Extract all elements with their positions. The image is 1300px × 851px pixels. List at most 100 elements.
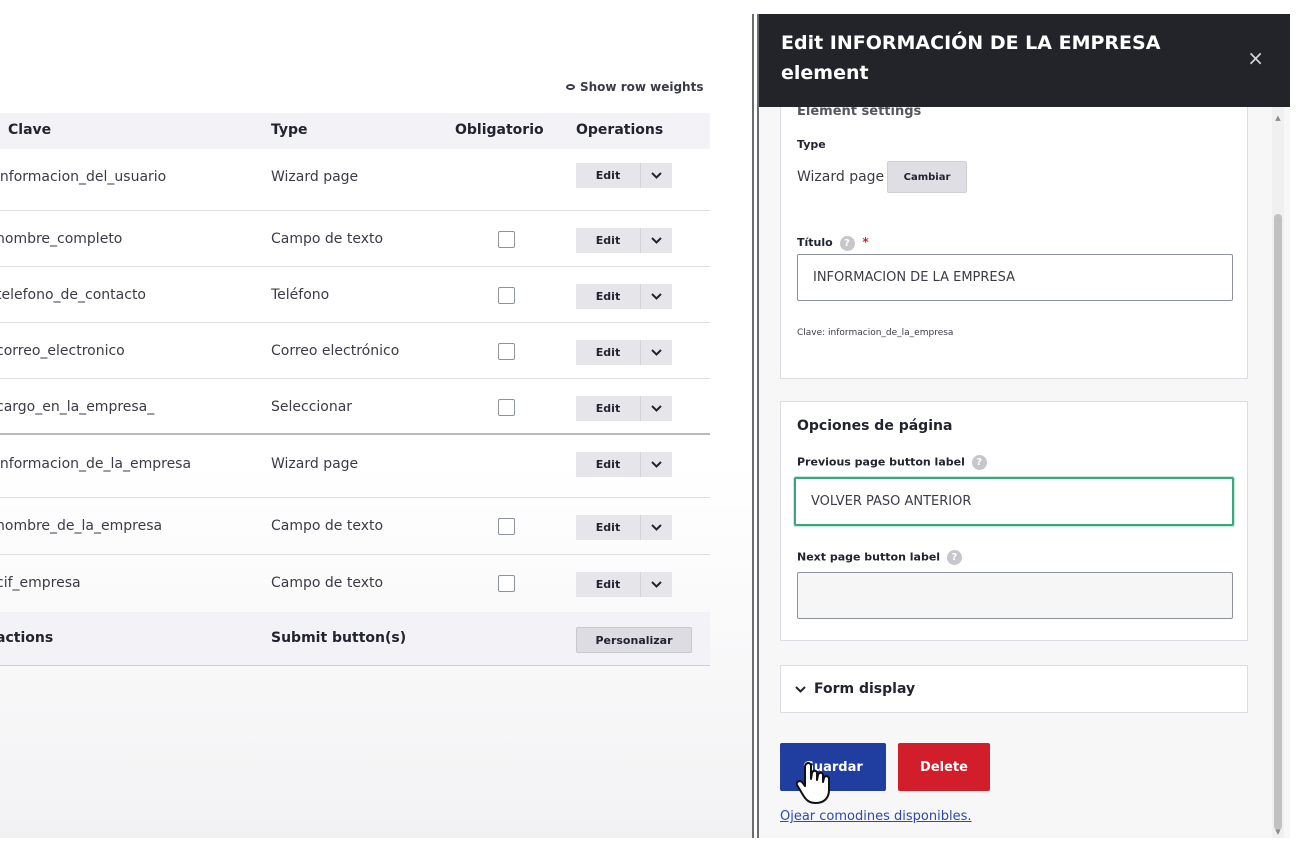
chevron-down-icon bbox=[795, 685, 806, 693]
row-key: telefono_de_contacto bbox=[0, 287, 146, 303]
machine-name-note: Clave: informacion_de_la_empresa bbox=[797, 328, 954, 338]
row-key: correo_electronico bbox=[0, 343, 125, 359]
edit-button[interactable]: Edit bbox=[576, 515, 640, 540]
row-key: nombre_de_la_empresa bbox=[0, 518, 163, 534]
row-key: nombre_completo bbox=[0, 231, 123, 247]
chevron-down-icon[interactable] bbox=[640, 396, 672, 421]
edit-button[interactable]: Edit bbox=[576, 340, 640, 365]
change-type-button[interactable]: Cambiar bbox=[887, 161, 967, 193]
row-type: Campo de texto bbox=[271, 518, 384, 534]
edit-element-dialog: Edit INFORMACIÓN DE LA EMPRESA element ×… bbox=[759, 14, 1290, 838]
title-label: Título bbox=[797, 236, 833, 249]
help-icon[interactable]: ? bbox=[946, 550, 962, 565]
table-footer-row: actions Submit button(s) Personalizar bbox=[0, 612, 710, 666]
prev-button-input[interactable] bbox=[794, 477, 1234, 526]
personalizar-button[interactable]: Personalizar bbox=[576, 627, 692, 653]
table-row: informacion_del_usuario Wizard page Edit bbox=[0, 149, 710, 211]
row-key: cif_empresa bbox=[0, 575, 81, 591]
next-button-label: Next page button label bbox=[797, 550, 941, 564]
eye-icon bbox=[566, 84, 575, 90]
row-key: informacion_de_la_empresa bbox=[0, 456, 192, 472]
show-row-weights-label: Show row weights bbox=[580, 80, 704, 94]
row-type: Wizard page bbox=[271, 456, 359, 472]
operations-split-button: Edit bbox=[576, 163, 672, 188]
form-display-details[interactable]: Form display bbox=[780, 665, 1248, 713]
table-row: cif_empresa Campo de texto Edit bbox=[0, 555, 710, 612]
header-obligatorio: Obligatorio bbox=[455, 122, 544, 138]
edit-button[interactable]: Edit bbox=[576, 396, 640, 421]
required-checkbox[interactable] bbox=[498, 231, 515, 248]
dialog-body: Element settings Type Wizard page Cambia… bbox=[759, 97, 1290, 838]
operations-split-button: Edit bbox=[576, 572, 672, 597]
chevron-down-icon[interactable] bbox=[640, 340, 672, 365]
form-display-label: Form display bbox=[814, 681, 916, 697]
edit-button[interactable]: Edit bbox=[576, 572, 640, 597]
chevron-down-icon[interactable] bbox=[640, 228, 672, 253]
footer-key: actions bbox=[0, 630, 54, 646]
required-checkbox[interactable] bbox=[498, 287, 515, 304]
type-value: Wizard page bbox=[797, 169, 885, 185]
help-icon[interactable]: ? bbox=[971, 455, 987, 470]
chevron-down-icon[interactable] bbox=[640, 284, 672, 309]
edit-button[interactable]: Edit bbox=[576, 284, 640, 309]
row-type: Wizard page bbox=[271, 169, 359, 185]
table-row: nombre_de_la_empresa Campo de texto Edit bbox=[0, 498, 710, 555]
elements-table-panel: Show row weights Clave Type Obligatorio … bbox=[0, 0, 752, 838]
page-options-fieldset: Opciones de página Previous page button … bbox=[780, 401, 1248, 641]
operations-split-button: Edit bbox=[576, 284, 672, 309]
title-label-row: Título ? * bbox=[797, 235, 869, 251]
type-label: Type bbox=[797, 138, 826, 151]
page-options-heading: Opciones de página bbox=[797, 418, 953, 434]
row-key: informacion_del_usuario bbox=[0, 169, 167, 185]
help-icon[interactable]: ? bbox=[839, 235, 855, 251]
header-clave: Clave bbox=[8, 122, 52, 138]
row-type: Correo electrónico bbox=[271, 343, 400, 359]
hand-cursor-icon bbox=[796, 762, 830, 804]
row-key: cargo_en_la_empresa_ bbox=[0, 399, 155, 415]
table-row: cargo_en_la_empresa_ Seleccionar Edit bbox=[0, 379, 710, 435]
prev-label-row: Previous page button label ? bbox=[797, 455, 987, 470]
element-settings-fieldset: Element settings Type Wizard page Cambia… bbox=[780, 97, 1248, 379]
table-row: informacion_de_la_empresa Wizard page Ed… bbox=[0, 435, 710, 498]
operations-split-button: Edit bbox=[576, 228, 672, 253]
footer-type: Submit button(s) bbox=[271, 630, 407, 646]
required-checkbox[interactable] bbox=[498, 518, 515, 535]
next-label-row: Next page button label ? bbox=[797, 550, 962, 565]
edit-button[interactable]: Edit bbox=[576, 228, 640, 253]
required-checkbox[interactable] bbox=[498, 575, 515, 592]
operations-split-button: Edit bbox=[576, 340, 672, 365]
show-row-weights-link[interactable]: Show row weights bbox=[566, 80, 703, 94]
prev-button-label: Previous page button label bbox=[797, 455, 965, 469]
dialog-title: Edit INFORMACIÓN DE LA EMPRESA element bbox=[781, 32, 1161, 84]
dialog-header: Edit INFORMACIÓN DE LA EMPRESA element × bbox=[759, 14, 1290, 107]
required-checkbox[interactable] bbox=[498, 399, 515, 416]
scrollbar-thumb[interactable] bbox=[1274, 214, 1282, 830]
edit-button[interactable]: Edit bbox=[576, 163, 640, 188]
chevron-down-icon[interactable] bbox=[640, 572, 672, 597]
next-button-input[interactable] bbox=[797, 572, 1233, 619]
table-row: telefono_de_contacto Teléfono Edit bbox=[0, 267, 710, 323]
header-operations: Operations bbox=[576, 122, 664, 138]
close-icon[interactable]: × bbox=[1247, 48, 1264, 68]
table-header: Clave Type Obligatorio Operations bbox=[0, 113, 710, 149]
scroll-down-icon[interactable]: ▼ bbox=[1274, 828, 1282, 836]
panel-divider[interactable] bbox=[752, 14, 759, 838]
operations-split-button: Edit bbox=[576, 452, 672, 477]
row-type: Campo de texto bbox=[271, 231, 384, 247]
scroll-up-icon[interactable]: ▲ bbox=[1274, 114, 1282, 122]
title-input[interactable] bbox=[797, 254, 1233, 301]
row-type: Campo de texto bbox=[271, 575, 384, 591]
chevron-down-icon[interactable] bbox=[640, 163, 672, 188]
required-checkbox[interactable] bbox=[498, 343, 515, 360]
edit-button[interactable]: Edit bbox=[576, 452, 640, 477]
table-row: correo_electronico Correo electrónico Ed… bbox=[0, 323, 710, 379]
delete-button[interactable]: Delete bbox=[898, 743, 990, 791]
operations-split-button: Edit bbox=[576, 515, 672, 540]
chevron-down-icon[interactable] bbox=[640, 452, 672, 477]
table-row: nombre_completo Campo de texto Edit bbox=[0, 211, 710, 267]
browse-tokens-link[interactable]: Ojear comodines disponibles. bbox=[780, 809, 971, 824]
row-type: Seleccionar bbox=[271, 399, 353, 415]
chevron-down-icon[interactable] bbox=[640, 515, 672, 540]
header-type: Type bbox=[271, 122, 308, 138]
required-marker: * bbox=[862, 235, 869, 249]
